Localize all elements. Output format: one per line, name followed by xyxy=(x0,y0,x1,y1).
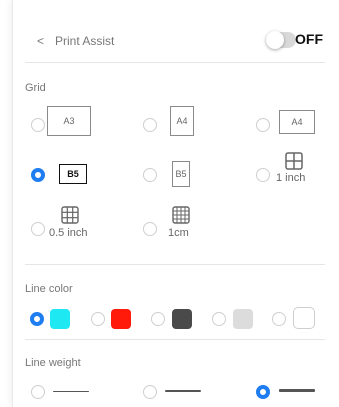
line-weight-thick-sample xyxy=(279,389,315,392)
line-weight-thin-radio[interactable] xyxy=(31,385,45,399)
color-swatch-light-gray[interactable] xyxy=(233,309,253,329)
paper-a4-landscape-icon[interactable]: A4 xyxy=(279,110,315,134)
panel-header: < Print Assist OFF xyxy=(13,24,339,58)
print-assist-panel: < Print Assist OFF Grid A3 A4 A4 B5 B5 1… xyxy=(12,0,339,407)
divider xyxy=(25,339,325,340)
grid-option-b5-landscape-radio[interactable] xyxy=(31,168,45,182)
paper-a3-landscape-icon[interactable]: A3 xyxy=(47,106,91,136)
line-color-red-radio[interactable] xyxy=(91,312,105,326)
line-weight-medium-radio[interactable] xyxy=(143,385,157,399)
line-color-light-gray-radio[interactable] xyxy=(212,312,226,326)
grid-option-label: B5 xyxy=(175,169,187,179)
grid-option-a3-radio[interactable] xyxy=(31,118,45,132)
line-weight-thin-sample xyxy=(53,391,89,392)
grid-option-label: B5 xyxy=(67,169,79,179)
line-weight-section-title: Line weight xyxy=(25,357,81,369)
paper-b5-landscape-icon[interactable]: B5 xyxy=(59,164,87,184)
color-swatch-white[interactable] xyxy=(293,307,315,329)
grid-half-inch-icon[interactable] xyxy=(61,206,79,224)
grid-option-05inch-radio[interactable] xyxy=(31,222,45,236)
grid-1inch-icon[interactable] xyxy=(285,152,303,170)
grid-option-a4-portrait-radio[interactable] xyxy=(143,118,157,132)
grid-option-label: A4 xyxy=(291,117,303,127)
back-chevron-icon[interactable]: < xyxy=(37,34,44,48)
paper-a4-portrait-icon[interactable]: A4 xyxy=(170,106,194,136)
grid-option-label: 1 inch xyxy=(276,172,306,184)
grid-1cm-icon[interactable] xyxy=(172,206,190,224)
line-color-cyan-radio[interactable] xyxy=(30,312,44,326)
grid-section-title: Grid xyxy=(25,82,46,94)
color-swatch-dark-gray[interactable] xyxy=(172,309,192,329)
grid-option-label: A4 xyxy=(176,116,188,126)
grid-option-label: 0.5 inch xyxy=(49,227,88,239)
grid-option-1inch-radio[interactable] xyxy=(256,168,270,182)
line-color-dark-gray-radio[interactable] xyxy=(151,312,165,326)
line-weight-thick-radio[interactable] xyxy=(256,385,270,399)
color-swatch-red[interactable] xyxy=(111,309,131,329)
line-weight-medium-sample xyxy=(165,390,201,392)
grid-option-label: 1cm xyxy=(168,227,189,239)
toggle-state-label: OFF xyxy=(295,31,323,47)
paper-b5-portrait-icon[interactable]: B5 xyxy=(172,161,190,187)
grid-option-label: A3 xyxy=(63,116,75,126)
grid-option-a4-landscape-radio[interactable] xyxy=(256,118,270,132)
divider xyxy=(25,62,325,63)
divider xyxy=(25,264,325,265)
print-assist-toggle[interactable] xyxy=(266,31,296,49)
panel-title: Print Assist xyxy=(55,34,115,48)
grid-option-b5-portrait-radio[interactable] xyxy=(143,168,157,182)
grid-option-1cm-radio[interactable] xyxy=(143,222,157,236)
line-color-white-radio[interactable] xyxy=(272,312,286,326)
line-color-section-title: Line color xyxy=(25,283,73,295)
color-swatch-cyan[interactable] xyxy=(50,309,70,329)
toggle-knob xyxy=(266,31,284,49)
